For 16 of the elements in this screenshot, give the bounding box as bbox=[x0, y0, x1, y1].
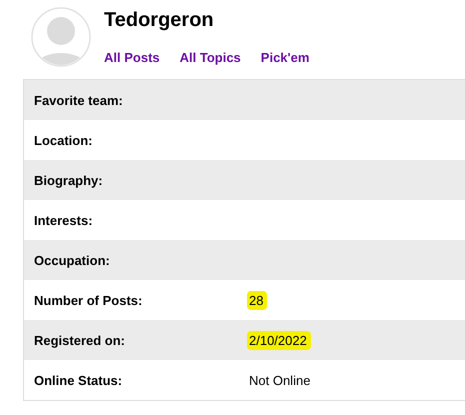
field-value: 28 bbox=[247, 290, 268, 310]
field-value: 2/10/2022 bbox=[247, 330, 311, 350]
field-label: Online Status: bbox=[33, 372, 124, 388]
profile-link[interactable]: All Posts bbox=[104, 50, 160, 65]
profile-link[interactable]: All Topics bbox=[180, 50, 241, 65]
field-label: Location: bbox=[33, 132, 94, 148]
username: Tedorgeron bbox=[104, 9, 215, 32]
avatar-icon bbox=[31, 7, 91, 67]
profile-link[interactable]: Pick'em bbox=[260, 50, 310, 65]
field-label: Interests: bbox=[33, 212, 94, 228]
field-label: Biography: bbox=[33, 172, 104, 188]
field-value: Not Online bbox=[249, 372, 310, 390]
field-label: Occupation: bbox=[33, 252, 111, 268]
field-label: Registered on: bbox=[33, 332, 126, 348]
field-label: Favorite team: bbox=[33, 92, 124, 108]
field-label: Number of Posts: bbox=[33, 292, 144, 308]
